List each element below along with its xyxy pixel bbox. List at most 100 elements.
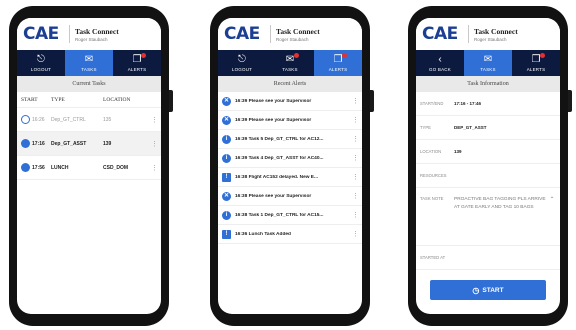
info-row-start-end: START/END 17:16 - 17:46 bbox=[416, 92, 560, 116]
more-options-icon[interactable]: ⋮ bbox=[151, 116, 158, 124]
task-time: 16:26 bbox=[32, 116, 45, 123]
phone-tasks: CAE Task Connect Roger Staubach ⎋ LOGOUT ✉… bbox=[9, 6, 173, 326]
warning-icon: ! bbox=[222, 229, 231, 239]
nav-tasks[interactable]: ✉ TASKS bbox=[65, 50, 113, 76]
app-header: CAE Task Connect Roger Staubach bbox=[17, 18, 161, 50]
alert-list: ✕ 16:39 Please see your Supervisor ⋮ ✕ 16:39… bbox=[218, 92, 362, 244]
app-title: Task Connect bbox=[75, 26, 119, 36]
phone-side-button bbox=[169, 90, 173, 112]
info-row-location: LOCATION 139 bbox=[416, 140, 560, 164]
clock-icon: ◷ bbox=[472, 285, 480, 295]
app-header: CAE Task Connect Roger Staubach bbox=[416, 18, 560, 50]
more-options-icon[interactable]: ⋮ bbox=[352, 154, 359, 162]
more-options-icon[interactable]: ⋮ bbox=[352, 173, 359, 181]
task-table-header: START TYPE LOCATION bbox=[17, 92, 161, 108]
tasks-icon: ✉ bbox=[483, 53, 493, 65]
user-name: Roger Staubach bbox=[75, 36, 108, 42]
cae-logo: CAE bbox=[224, 24, 260, 44]
field-label: RESOURCES bbox=[420, 173, 447, 178]
nav-logout[interactable]: ⎋ LOGOUT bbox=[218, 50, 266, 76]
task-info-list: START/END 17:16 - 17:46 TYPE DEP_GT_ASST LOC… bbox=[416, 92, 560, 188]
field-value: DEP_GT_ASST bbox=[454, 125, 487, 130]
start-button-label: START bbox=[482, 286, 504, 294]
screen: CAE Task Connect Roger Staubach ‹ GO BACK… bbox=[416, 18, 560, 314]
task-start-cell: 16:26 bbox=[21, 115, 51, 124]
alert-text: 16:38 Task 1 Dep_GT_CTRL for AC15... bbox=[235, 212, 324, 218]
nav-alerts[interactable]: ❐ ALERTS bbox=[512, 50, 560, 76]
nav-alerts[interactable]: ❐ ALERTS bbox=[113, 50, 161, 76]
close-circle-icon: ✕ bbox=[222, 115, 231, 125]
more-options-icon[interactable]: ⋮ bbox=[352, 135, 359, 143]
section-title: Current Tasks bbox=[17, 76, 161, 92]
alert-row[interactable]: ! 16:36 Lunch Task Added ⋮ bbox=[218, 225, 362, 244]
nav-tasks[interactable]: ✉ TASKS bbox=[464, 50, 512, 76]
task-location: 135 bbox=[103, 116, 112, 123]
field-label: START/END bbox=[420, 101, 444, 106]
task-time: 17:16 bbox=[32, 140, 45, 147]
info-icon: i bbox=[222, 210, 231, 220]
start-button[interactable]: ◷ START bbox=[430, 280, 546, 300]
alert-text: 16:39 Task 5 Dep_GT_CTRL for AC12... bbox=[235, 136, 324, 142]
nav-label: LOGOUT bbox=[30, 66, 52, 72]
field-value: 17:16 - 17:46 bbox=[454, 101, 482, 106]
nav-label: ALERTS bbox=[328, 66, 348, 72]
alert-row[interactable]: i 16:39 Task 4 Dep_GT_ASST for AC40... ⋮ bbox=[218, 149, 362, 168]
bottom-nav: ‹ GO BACK ✉ TASKS ❐ ALERTS bbox=[416, 50, 560, 76]
screen: CAE Task Connect Roger Staubach ⎋ LOGOUT ✉… bbox=[218, 18, 362, 314]
alert-row[interactable]: ! 16:38 Flight AC152 delayed. New E... ⋮ bbox=[218, 168, 362, 187]
more-options-icon[interactable]: ⋮ bbox=[151, 164, 158, 172]
info-row-resources: RESOURCES bbox=[416, 164, 560, 188]
chevron-up-icon[interactable]: ⌃ bbox=[548, 196, 556, 203]
user-name: Roger Staubach bbox=[474, 36, 507, 42]
task-row[interactable]: 16:26 Dep_GT_CTRL 135 ⋮ bbox=[17, 108, 161, 132]
alert-text: 16:39 Please see your Supervisor bbox=[235, 117, 312, 123]
task-row[interactable]: 17:56 LUNCH CSD_DOM ⋮ bbox=[17, 156, 161, 180]
alert-row[interactable]: ✕ 16:38 Please see your Supervisor ⋮ bbox=[218, 187, 362, 206]
more-options-icon[interactable]: ⋮ bbox=[352, 116, 359, 124]
header-text: Task Connect Roger Staubach bbox=[276, 27, 320, 42]
alert-text: 16:38 Please see your Supervisor bbox=[235, 193, 312, 199]
column-start: START bbox=[21, 96, 38, 103]
nav-alerts[interactable]: ❐ ALERTS bbox=[314, 50, 362, 76]
nav-label: TASKS bbox=[81, 66, 97, 72]
alert-text: 16:38 Flight AC152 delayed. New E... bbox=[235, 174, 318, 180]
alerts-icon: ❐ bbox=[334, 52, 348, 65]
nav-logout[interactable]: ⎋ LOGOUT bbox=[17, 50, 65, 76]
more-options-icon[interactable]: ⋮ bbox=[352, 230, 359, 238]
phone-alerts: CAE Task Connect Roger Staubach ⎋ LOGOUT ✉… bbox=[210, 6, 374, 326]
header-text: Task Connect Roger Staubach bbox=[75, 27, 119, 42]
nav-label: ALERTS bbox=[127, 66, 147, 72]
more-options-icon[interactable]: ⋮ bbox=[352, 97, 359, 105]
started-at-row: STARTED AT bbox=[416, 246, 560, 270]
notification-badge bbox=[294, 52, 300, 58]
nav-label: TASKS bbox=[480, 66, 496, 72]
notification-badge bbox=[342, 52, 348, 58]
task-location: 139 bbox=[103, 140, 112, 147]
warning-icon: ! bbox=[222, 172, 231, 182]
more-options-icon[interactable]: ⋮ bbox=[151, 140, 158, 148]
task-location: CSD_DOM bbox=[103, 164, 129, 171]
phone-side-button bbox=[370, 90, 374, 112]
nav-go-back[interactable]: ‹ GO BACK bbox=[416, 50, 464, 76]
header-divider bbox=[69, 25, 70, 43]
notification-badge bbox=[141, 52, 147, 58]
user-name: Roger Staubach bbox=[276, 36, 309, 42]
nav-tasks[interactable]: ✉ TASKS bbox=[266, 50, 314, 76]
alerts-icon: ❐ bbox=[532, 52, 546, 65]
field-label: TASK NOTE bbox=[420, 196, 444, 201]
alerts-icon: ❐ bbox=[133, 52, 147, 65]
alert-row[interactable]: ✕ 16:39 Please see your Supervisor ⋮ bbox=[218, 92, 362, 111]
alert-row[interactable]: i 16:38 Task 1 Dep_GT_CTRL for AC15... ⋮ bbox=[218, 206, 362, 225]
close-circle-icon: ✕ bbox=[222, 96, 231, 106]
more-options-icon[interactable]: ⋮ bbox=[352, 211, 359, 219]
alert-row[interactable]: i 16:39 Task 5 Dep_GT_CTRL for AC12... ⋮ bbox=[218, 130, 362, 149]
alert-text: 16:36 Lunch Task Added bbox=[235, 231, 291, 237]
more-options-icon[interactable]: ⋮ bbox=[352, 192, 359, 200]
status-dot-icon bbox=[21, 163, 30, 172]
task-start-cell: 17:56 bbox=[21, 163, 51, 172]
task-row[interactable]: 17:16 Dep_GT_ASST 139 ⋮ bbox=[17, 132, 161, 156]
field-label: TYPE bbox=[420, 125, 431, 130]
nav-label: LOGOUT bbox=[231, 66, 253, 72]
task-type: LUNCH bbox=[51, 164, 69, 171]
alert-row[interactable]: ✕ 16:39 Please see your Supervisor ⋮ bbox=[218, 111, 362, 130]
